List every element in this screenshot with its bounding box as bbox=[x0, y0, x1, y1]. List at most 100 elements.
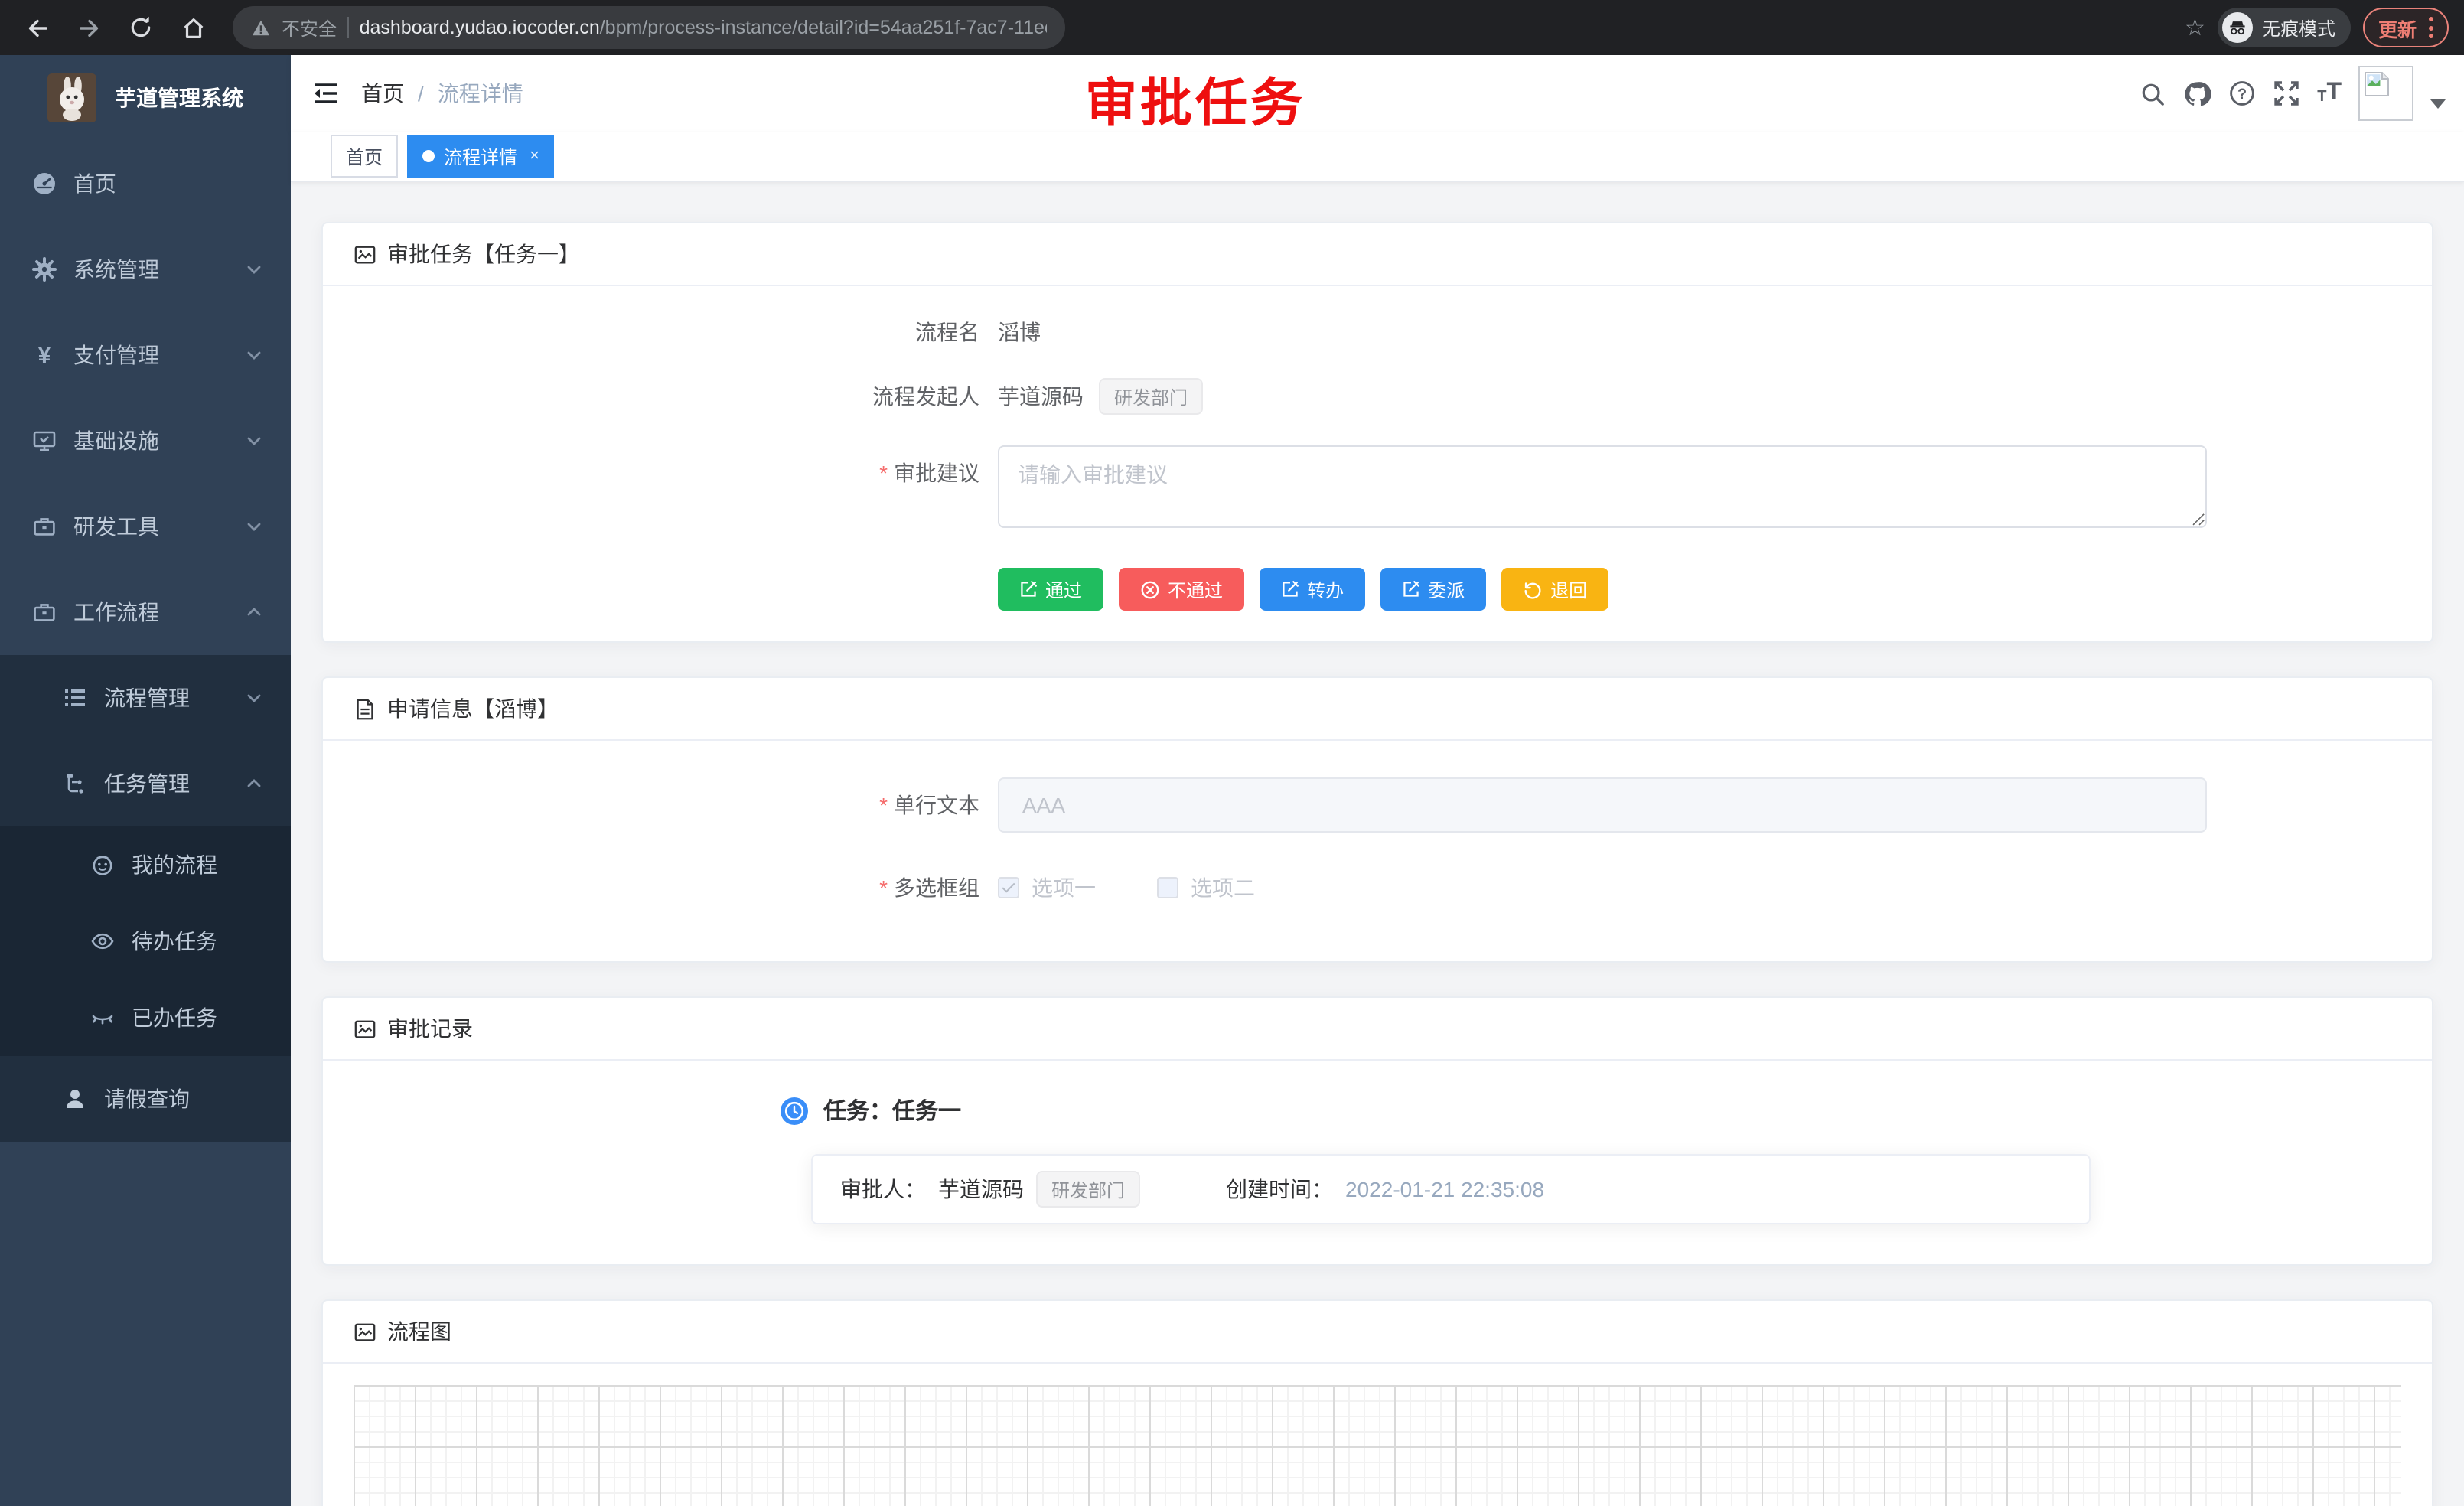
document-icon bbox=[354, 697, 376, 720]
chevron-down-icon bbox=[245, 517, 263, 536]
process-diagram-card: 流程图 bbox=[321, 1299, 2433, 1506]
reload-button[interactable] bbox=[119, 6, 162, 49]
incognito-icon bbox=[2222, 12, 2253, 43]
apply-info-card: 申请信息【滔博】 单行文本 多选框组 选项一 bbox=[321, 676, 2433, 963]
page-content: 审批任务【任务一】 流程名 滔博 流程发起人 芋道源码 研发部门 bbox=[291, 182, 2464, 1506]
dept-tag: 研发部门 bbox=[1099, 378, 1203, 415]
bookmark-star-icon[interactable]: ☆ bbox=[2185, 16, 2205, 39]
tags-view-bar: 首页 流程详情 × bbox=[291, 132, 2464, 182]
sidebar-item-done-tasks[interactable]: 已办任务 bbox=[0, 980, 291, 1056]
breadcrumb-home[interactable]: 首页 bbox=[361, 78, 404, 109]
sidebar-item-devtools[interactable]: 研发工具 bbox=[0, 484, 291, 569]
dashboard-icon bbox=[31, 171, 58, 196]
advice-textarea[interactable] bbox=[998, 445, 2207, 528]
process-name-value: 滔博 bbox=[998, 317, 1041, 347]
warning-icon bbox=[251, 18, 271, 37]
card-title: 申请信息【滔博】 bbox=[387, 693, 559, 724]
approval-task-card: 审批任务【任务一】 流程名 滔博 流程发起人 芋道源码 研发部门 bbox=[321, 222, 2433, 643]
dept-tag: 研发部门 bbox=[1036, 1171, 1140, 1208]
sidebar-item-home[interactable]: 首页 bbox=[0, 141, 291, 227]
tree-icon bbox=[61, 771, 89, 796]
browser-chrome: 不安全 dashboard.yudao.iocoder.cn/bpm/proce… bbox=[0, 0, 2464, 55]
address-bar[interactable]: 不安全 dashboard.yudao.iocoder.cn/bpm/proce… bbox=[233, 6, 1065, 49]
edit-icon bbox=[1402, 580, 1420, 598]
sidebar-item-my-process[interactable]: 我的流程 bbox=[0, 826, 291, 903]
tab-process-detail[interactable]: 流程详情 × bbox=[407, 135, 555, 178]
chevron-down-icon bbox=[245, 260, 263, 279]
edit-icon bbox=[1019, 580, 1038, 598]
approve-button[interactable]: 通过 bbox=[998, 568, 1103, 611]
advice-label: 审批建议 bbox=[354, 445, 998, 488]
security-label[interactable]: 不安全 bbox=[282, 15, 337, 41]
reject-button[interactable]: 不通过 bbox=[1119, 568, 1244, 611]
user-icon bbox=[61, 1087, 89, 1111]
font-size-icon[interactable]: TT bbox=[2317, 81, 2342, 106]
close-icon[interactable]: × bbox=[530, 147, 539, 165]
initiator-value: 芋道源码 bbox=[998, 381, 1084, 412]
browser-window: 不安全 dashboard.yudao.iocoder.cn/bpm/proce… bbox=[0, 0, 2464, 1506]
avatar[interactable] bbox=[2358, 66, 2413, 121]
fullscreen-icon[interactable] bbox=[2273, 80, 2300, 107]
picture-icon bbox=[354, 1017, 376, 1040]
task-title: 任务：任务一 bbox=[823, 1094, 961, 1126]
card-title: 审批记录 bbox=[387, 1013, 473, 1044]
search-icon[interactable] bbox=[2140, 80, 2166, 106]
url-text[interactable]: dashboard.yudao.iocoder.cn/bpm/process-i… bbox=[360, 17, 1047, 38]
incognito-badge: 无痕模式 bbox=[2218, 8, 2351, 47]
svg-text:?: ? bbox=[2237, 86, 2247, 103]
record-row: 审批人：芋道源码 研发部门 创建时间： 2022-01-21 22:35:08 bbox=[811, 1154, 2091, 1224]
sidebar-item-pay[interactable]: ¥ 支付管理 bbox=[0, 312, 291, 398]
single-text-input[interactable] bbox=[998, 777, 2207, 833]
github-icon[interactable] bbox=[2182, 79, 2211, 108]
create-time-label: 创建时间： bbox=[1226, 1174, 1333, 1204]
sidebar-item-system[interactable]: 系统管理 bbox=[0, 227, 291, 312]
sidebar-item-workflow[interactable]: 工作流程 bbox=[0, 569, 291, 655]
breadcrumb-current: 流程详情 bbox=[438, 78, 523, 109]
monitor-icon bbox=[31, 429, 58, 453]
sidebar-item-leave-query[interactable]: 请假查询 bbox=[0, 1056, 291, 1142]
top-navbar: 首页 / 流程详情 审批任务 ? bbox=[291, 55, 2464, 132]
yen-icon: ¥ bbox=[31, 342, 58, 368]
eye-closed-icon bbox=[89, 1006, 116, 1030]
return-button[interactable]: 退回 bbox=[1501, 568, 1608, 611]
chevron-up-icon bbox=[245, 603, 263, 621]
single-text-label: 单行文本 bbox=[354, 790, 998, 820]
avatar-dropdown-caret-icon[interactable] bbox=[2430, 99, 2446, 109]
approver-label: 审批人： bbox=[840, 1174, 926, 1204]
edit-icon bbox=[1281, 580, 1299, 598]
checkbox-option-1[interactable]: 选项一 bbox=[998, 872, 1096, 903]
checkbox-option-2[interactable]: 选项二 bbox=[1157, 872, 1255, 903]
initiator-label: 流程发起人 bbox=[354, 381, 998, 412]
sidebar-item-infra[interactable]: 基础设施 bbox=[0, 398, 291, 484]
home-button[interactable] bbox=[171, 6, 214, 49]
delegate-button[interactable]: 委派 bbox=[1380, 568, 1486, 611]
active-dot-icon bbox=[422, 150, 435, 162]
checkbox-group-label: 多选框组 bbox=[354, 872, 998, 903]
forward-button[interactable] bbox=[67, 6, 110, 49]
transfer-button[interactable]: 转办 bbox=[1260, 568, 1365, 611]
browser-menu-icon[interactable] bbox=[2429, 17, 2433, 38]
refresh-icon bbox=[1523, 579, 1543, 599]
sidebar-collapse-button[interactable] bbox=[312, 80, 340, 107]
approval-record-card: 审批记录 任务：任务一 审批人：芋道源码 研发部门 bbox=[321, 996, 2433, 1266]
incognito-label: 无痕模式 bbox=[2262, 15, 2335, 41]
card-title: 审批任务【任务一】 bbox=[387, 239, 580, 269]
tab-home[interactable]: 首页 bbox=[331, 135, 398, 178]
sidebar-item-process-mgmt[interactable]: 流程管理 bbox=[0, 655, 291, 741]
circle-close-icon bbox=[1140, 579, 1160, 599]
create-time-value: 2022-01-21 22:35:08 bbox=[1345, 1177, 1544, 1201]
help-icon[interactable]: ? bbox=[2228, 80, 2256, 107]
chevron-down-icon bbox=[245, 689, 263, 707]
chevron-up-icon bbox=[245, 774, 263, 793]
picture-icon bbox=[354, 243, 376, 266]
browser-update-button[interactable]: 更新 bbox=[2363, 8, 2449, 47]
toolbox-icon bbox=[31, 600, 58, 624]
sidebar-item-task-mgmt[interactable]: 任务管理 bbox=[0, 741, 291, 826]
sidebar-item-todo-tasks[interactable]: 待办任务 bbox=[0, 903, 291, 980]
bpmn-diagram-canvas[interactable] bbox=[354, 1385, 2401, 1506]
back-button[interactable] bbox=[15, 6, 58, 49]
app-logo-row[interactable]: 芋道管理系统 bbox=[0, 55, 291, 141]
list-icon bbox=[61, 686, 89, 710]
face-icon bbox=[89, 852, 116, 877]
chevron-down-icon bbox=[245, 432, 263, 450]
